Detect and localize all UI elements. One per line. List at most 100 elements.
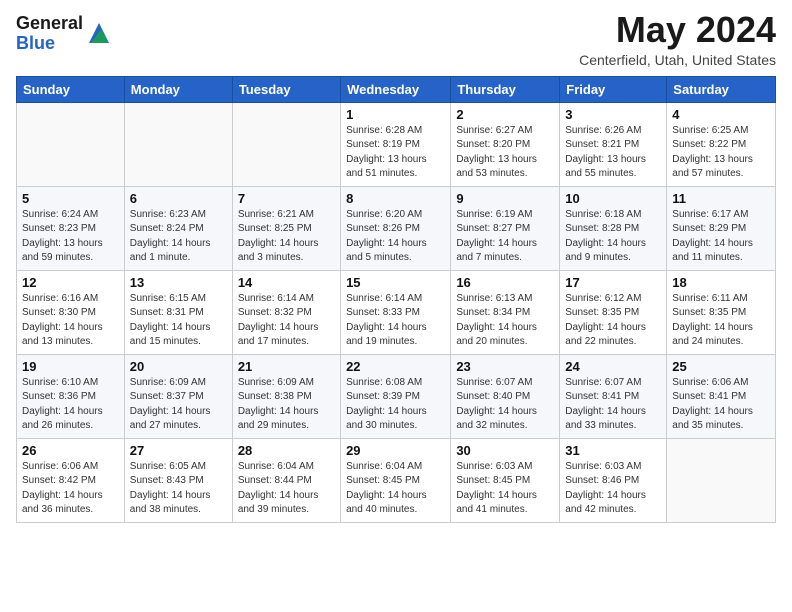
location: Centerfield, Utah, United States [579,52,776,68]
day-number: 4 [672,107,770,122]
col-tuesday: Tuesday [232,76,340,102]
day-number: 1 [346,107,445,122]
day-number: 10 [565,191,661,206]
logo-blue: Blue [16,34,83,54]
col-sunday: Sunday [17,76,125,102]
logo-text: General Blue [16,14,83,54]
title-block: May 2024 Centerfield, Utah, United State… [579,10,776,68]
day-info: Sunrise: 6:03 AMSunset: 8:45 PMDaylight:… [456,460,554,518]
day-number: 22 [346,359,445,374]
col-wednesday: Wednesday [341,76,451,102]
calendar-cell: 10 Sunrise: 6:18 AMSunset: 8:28 PMDayligh… [560,186,667,270]
col-thursday: Thursday [451,76,560,102]
day-number: 15 [346,275,445,290]
day-number: 16 [456,275,554,290]
calendar-cell: 4Sunrise: 6:25 AMSunset: 8:22 PMDaylight… [667,102,776,186]
col-monday: Monday [124,76,232,102]
day-number: 6 [130,191,227,206]
day-info: Sunrise: 6:14 AMSunset: 8:32 PMDaylight:… [238,292,335,350]
calendar-cell: 13Sunrise: 6:15 AMSunset: 8:31 PMDayligh… [124,270,232,354]
logo: General Blue [16,14,113,54]
day-info: Sunrise: 6:07 AMSunset: 8:41 PMDaylight:… [565,376,661,434]
day-info: Sunrise: 6:24 AMSunset: 8:23 PMDaylight:… [22,208,119,266]
calendar-cell: 7Sunrise: 6:21 AMSunset: 8:25 PMDaylight… [232,186,340,270]
calendar-cell: 3Sunrise: 6:26 AMSunset: 8:21 PMDaylight… [560,102,667,186]
day-info: Sunrise: 6:04 AMSunset: 8:44 PMDaylight:… [238,460,335,518]
calendar-cell: 31Sunrise: 6:03 AMSunset: 8:46 PMDayligh… [560,438,667,522]
day-info: Sunrise: 6:04 AMSunset: 8:45 PMDaylight:… [346,460,445,518]
day-number: 23 [456,359,554,374]
col-saturday: Saturday [667,76,776,102]
header: General Blue May 2024 Centerfield, Utah,… [16,10,776,68]
calendar-cell: 12 Sunrise: 6:16 AMSunset: 8:30 PMDayligh… [17,270,125,354]
day-info: Sunrise: 6:16 AMSunset: 8:30 PMDaylight:… [22,292,119,350]
calendar-cell: 26 Sunrise: 6:06 AMSunset: 8:42 PMDayligh… [17,438,125,522]
calendar-week-row: 19 Sunrise: 6:10 AMSunset: 8:36 PMDayligh… [17,354,776,438]
col-friday: Friday [560,76,667,102]
calendar-cell: 11 Sunrise: 6:17 AMSunset: 8:29 PMDayligh… [667,186,776,270]
logo-general: General [16,14,83,34]
calendar-header-row: Sunday Monday Tuesday Wednesday Thursday… [17,76,776,102]
day-info: Sunrise: 6:17 AMSunset: 8:29 PMDaylight:… [672,208,770,266]
calendar-cell: 25Sunrise: 6:06 AMSunset: 8:41 PMDayligh… [667,354,776,438]
month-year: May 2024 [579,10,776,50]
day-info: Sunrise: 6:08 AMSunset: 8:39 PMDaylight:… [346,376,445,434]
day-info: Sunrise: 6:28 AMSunset: 8:19 PMDaylight:… [346,124,445,182]
calendar-cell: 28Sunrise: 6:04 AMSunset: 8:44 PMDayligh… [232,438,340,522]
calendar-cell: 29Sunrise: 6:04 AMSunset: 8:45 PMDayligh… [341,438,451,522]
calendar-table: Sunday Monday Tuesday Wednesday Thursday… [16,76,776,523]
day-number: 26 [22,443,119,458]
calendar-cell: 19 Sunrise: 6:10 AMSunset: 8:36 PMDayligh… [17,354,125,438]
day-number: 21 [238,359,335,374]
day-info: Sunrise: 6:18 AMSunset: 8:28 PMDaylight:… [565,208,661,266]
day-number: 13 [130,275,227,290]
calendar-cell: 17 Sunrise: 6:12 AMSunset: 8:35 PMDayligh… [560,270,667,354]
day-number: 30 [456,443,554,458]
calendar-cell: 27 Sunrise: 6:05 AMSunset: 8:43 PMDayligh… [124,438,232,522]
calendar-week-row: 12 Sunrise: 6:16 AMSunset: 8:30 PMDayligh… [17,270,776,354]
day-info: Sunrise: 6:11 AMSunset: 8:35 PMDaylight:… [672,292,770,350]
day-number: 19 [22,359,119,374]
day-number: 8 [346,191,445,206]
day-info: Sunrise: 6:20 AMSunset: 8:26 PMDaylight:… [346,208,445,266]
day-info: Sunrise: 6:27 AMSunset: 8:20 PMDaylight:… [456,124,554,182]
day-number: 25 [672,359,770,374]
day-info: Sunrise: 6:09 AMSunset: 8:38 PMDaylight:… [238,376,335,434]
calendar-week-row: 1 Sunrise: 6:28 AMSunset: 8:19 PMDaylight… [17,102,776,186]
page: General Blue May 2024 Centerfield, Utah,… [0,0,792,612]
calendar-cell: 18Sunrise: 6:11 AMSunset: 8:35 PMDayligh… [667,270,776,354]
day-info: Sunrise: 6:05 AMSunset: 8:43 PMDaylight:… [130,460,227,518]
day-info: Sunrise: 6:06 AMSunset: 8:42 PMDaylight:… [22,460,119,518]
calendar-week-row: 26 Sunrise: 6:06 AMSunset: 8:42 PMDayligh… [17,438,776,522]
day-info: Sunrise: 6:09 AMSunset: 8:37 PMDaylight:… [130,376,227,434]
day-number: 17 [565,275,661,290]
calendar-cell: 15Sunrise: 6:14 AMSunset: 8:33 PMDayligh… [341,270,451,354]
calendar-cell: 20 Sunrise: 6:09 AMSunset: 8:37 PMDayligh… [124,354,232,438]
day-number: 24 [565,359,661,374]
calendar-cell: 9Sunrise: 6:19 AMSunset: 8:27 PMDaylight… [451,186,560,270]
day-info: Sunrise: 6:12 AMSunset: 8:35 PMDaylight:… [565,292,661,350]
calendar-cell: 8 Sunrise: 6:20 AMSunset: 8:26 PMDaylight… [341,186,451,270]
calendar-cell: 30 Sunrise: 6:03 AMSunset: 8:45 PMDayligh… [451,438,560,522]
day-info: Sunrise: 6:23 AMSunset: 8:24 PMDaylight:… [130,208,227,266]
day-info: Sunrise: 6:13 AMSunset: 8:34 PMDaylight:… [456,292,554,350]
calendar-cell: 22 Sunrise: 6:08 AMSunset: 8:39 PMDayligh… [341,354,451,438]
day-number: 12 [22,275,119,290]
calendar-week-row: 5 Sunrise: 6:24 AMSunset: 8:23 PMDaylight… [17,186,776,270]
calendar-cell [124,102,232,186]
calendar-cell: 21 Sunrise: 6:09 AMSunset: 8:38 PMDayligh… [232,354,340,438]
day-number: 5 [22,191,119,206]
day-info: Sunrise: 6:26 AMSunset: 8:21 PMDaylight:… [565,124,661,182]
calendar-cell: 5 Sunrise: 6:24 AMSunset: 8:23 PMDaylight… [17,186,125,270]
day-info: Sunrise: 6:07 AMSunset: 8:40 PMDaylight:… [456,376,554,434]
calendar-cell: 24 Sunrise: 6:07 AMSunset: 8:41 PMDayligh… [560,354,667,438]
day-number: 27 [130,443,227,458]
day-info: Sunrise: 6:10 AMSunset: 8:36 PMDaylight:… [22,376,119,434]
calendar-cell: 1 Sunrise: 6:28 AMSunset: 8:19 PMDaylight… [341,102,451,186]
day-number: 31 [565,443,661,458]
day-number: 11 [672,191,770,206]
day-number: 2 [456,107,554,122]
day-number: 20 [130,359,227,374]
day-number: 9 [456,191,554,206]
calendar-cell: 16 Sunrise: 6:13 AMSunset: 8:34 PMDayligh… [451,270,560,354]
